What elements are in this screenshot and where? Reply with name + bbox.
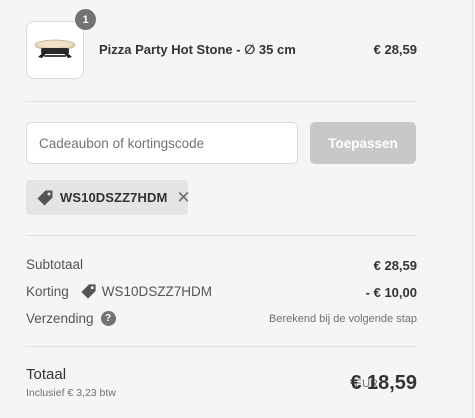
- discount-code: WS10DSZZ7HDM: [101, 284, 213, 299]
- panel-border: [472, 0, 473, 418]
- subtotal-value: € 28,59: [373, 258, 417, 273]
- quantity-badge: 1: [75, 9, 96, 30]
- help-icon[interactable]: ?: [100, 311, 116, 326]
- applied-code: WS10DSZZ7HDM: [60, 190, 168, 205]
- apply-button[interactable]: Toepassen: [310, 122, 416, 164]
- discount-code-input[interactable]: [26, 122, 298, 164]
- subtotal-label: Subtotaal: [26, 257, 84, 272]
- divider: [26, 235, 416, 236]
- product-name: Pizza Party Hot Stone - ∅ 35 cm: [99, 42, 296, 57]
- discount-label: Korting: [26, 284, 69, 299]
- divider: [26, 101, 416, 102]
- total-label: Totaal: [26, 366, 67, 383]
- shipping-note: Berekend bij de volgende stap: [269, 313, 417, 325]
- applied-discount-tag: WS10DSZZ7HDM ✕: [26, 180, 191, 215]
- shipping-label: Verzending: [26, 311, 94, 326]
- total-amount: € 18,59: [350, 372, 417, 394]
- product-thumbnail: [26, 21, 84, 79]
- product-price: € 28,59: [373, 42, 417, 57]
- tag-icon: [80, 283, 97, 300]
- divider: [26, 346, 416, 347]
- discount-row-label: Korting WS10DSZZ7HDM: [26, 283, 212, 300]
- pizza-stone-image: [34, 39, 76, 58]
- close-icon[interactable]: ✕: [176, 189, 190, 206]
- shipping-row-label: Verzending ?: [26, 311, 116, 326]
- total-tax-note: Inclusief € 3,23 btw: [26, 387, 116, 399]
- tag-icon: [36, 189, 54, 207]
- discount-value: - € 10,00: [365, 285, 417, 300]
